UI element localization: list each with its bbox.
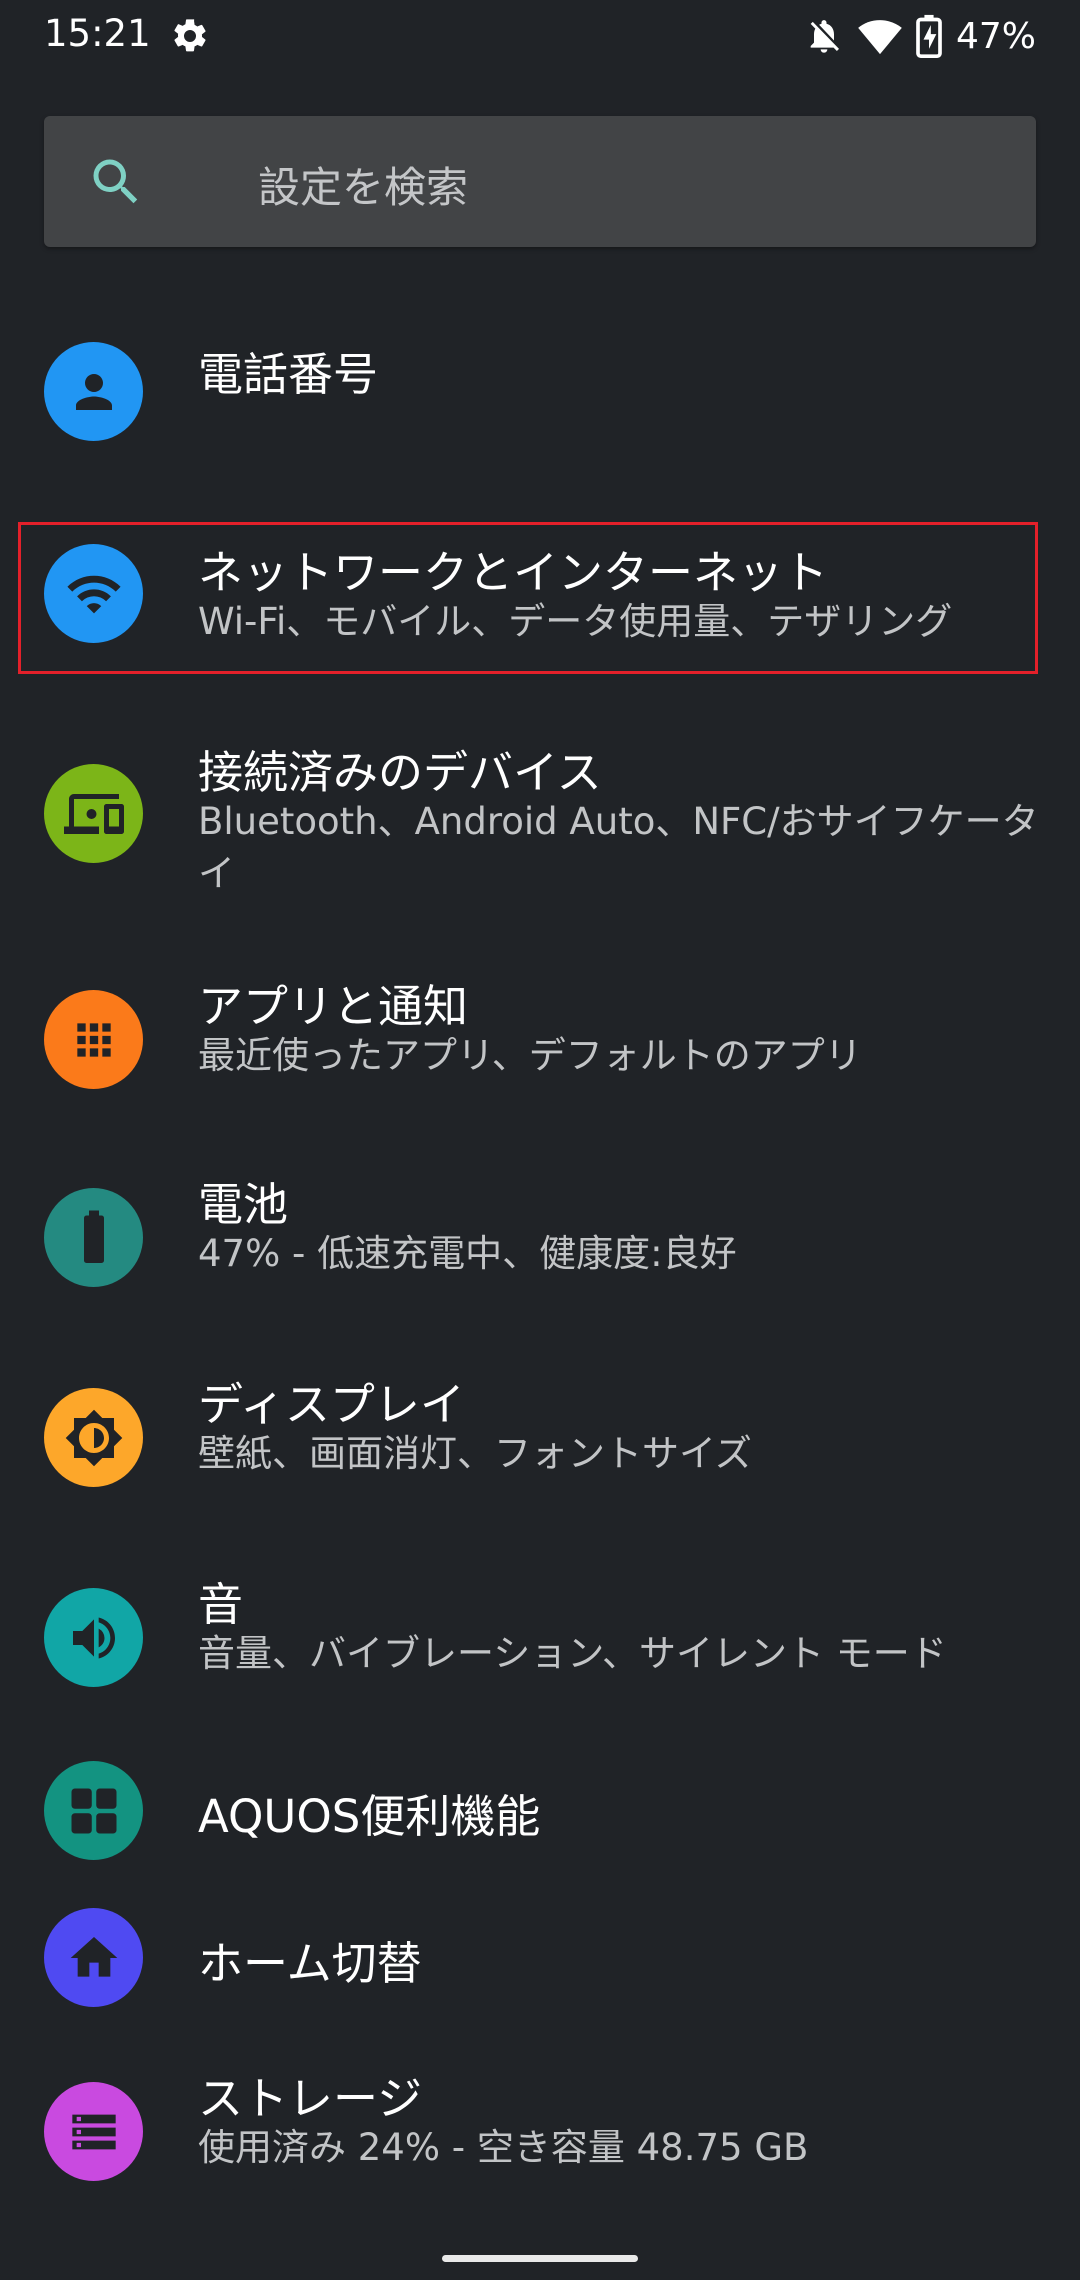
item-title: 音 [198,1578,244,1631]
settings-screen: 15:21 47% 設定を検索 電話番号 ネットワークとインターネット Wi-F… [0,0,1080,2280]
settings-item-sound[interactable]: 音 音量、バイブレーション、サイレント モード [0,1576,1080,1716]
navigation-handle[interactable] [442,2255,638,2262]
status-bar: 15:21 47% [0,0,1080,72]
devices-icon [44,764,143,863]
search-placeholder: 設定を検索 [258,163,469,212]
apps-icon [44,990,143,1089]
battery-icon [44,1188,143,1287]
item-subtitle: 壁紙、画面消灯、フォントサイズ [198,1432,752,1475]
settings-item-phone-number[interactable]: 電話番号 [0,320,1080,460]
settings-item-battery[interactable]: 電池 47% - 低速充電中、健康度:良好 [0,1176,1080,1316]
item-title: ストレージ [198,2072,423,2125]
settings-item-aquos[interactable]: AQUOS便利機能 [0,1760,1080,1860]
gear-icon [174,19,206,52]
status-time: 15:21 [44,12,151,55]
storage-icon [44,2082,143,2181]
status-icons: 47% [804,12,1036,60]
item-subtitle: 最近使ったアプリ、デフォルトのアプリ [198,1034,862,1077]
search-icon [93,159,138,204]
item-title: アプリと通知 [198,980,469,1033]
notifications-off-icon [810,20,839,53]
volume-icon [44,1588,143,1687]
item-title: 電池 [198,1178,289,1231]
item-title: 接続済みのデバイス [198,746,602,799]
settings-item-apps[interactable]: アプリと通知 最近使ったアプリ、デフォルトのアプリ [0,976,1080,1116]
grid-icon [44,1761,143,1860]
wifi-icon [858,20,902,55]
item-title: AQUOS便利機能 [198,1790,541,1843]
home-icon [44,1908,143,2007]
item-subtitle: Bluetooth、Android Auto、NFC/おサイフケータイ [198,800,1039,895]
item-subtitle: 47% - 低速充電中、健康度:良好 [198,1232,737,1275]
settings-item-display[interactable]: ディスプレイ 壁紙、画面消灯、フォントサイズ [0,1376,1080,1516]
settings-item-storage[interactable]: ストレージ 使用済み 24% - 空き容量 48.75 GB [0,2072,1080,2220]
brightness-icon [44,1388,143,1487]
item-title: 電話番号 [198,348,379,401]
item-subtitle: 音量、バイブレーション、サイレント モード [198,1632,947,1675]
settings-item-connected-devices[interactable]: 接続済みのデバイス Bluetooth、Android Auto、NFC/おサイ… [0,730,1080,910]
settings-item-home[interactable]: ホーム切替 [0,1907,1080,2007]
battery-percent: 47% [955,15,1036,57]
item-title: ディスプレイ [198,1378,465,1431]
person-icon [44,342,143,441]
highlight-box [18,522,1038,674]
battery-charging-icon [916,14,942,58]
item-subtitle: 使用済み 24% - 空き容量 48.75 GB [198,2126,809,2169]
item-title: ホーム切替 [198,1937,422,1990]
search-bar[interactable]: 設定を検索 [44,116,1036,247]
